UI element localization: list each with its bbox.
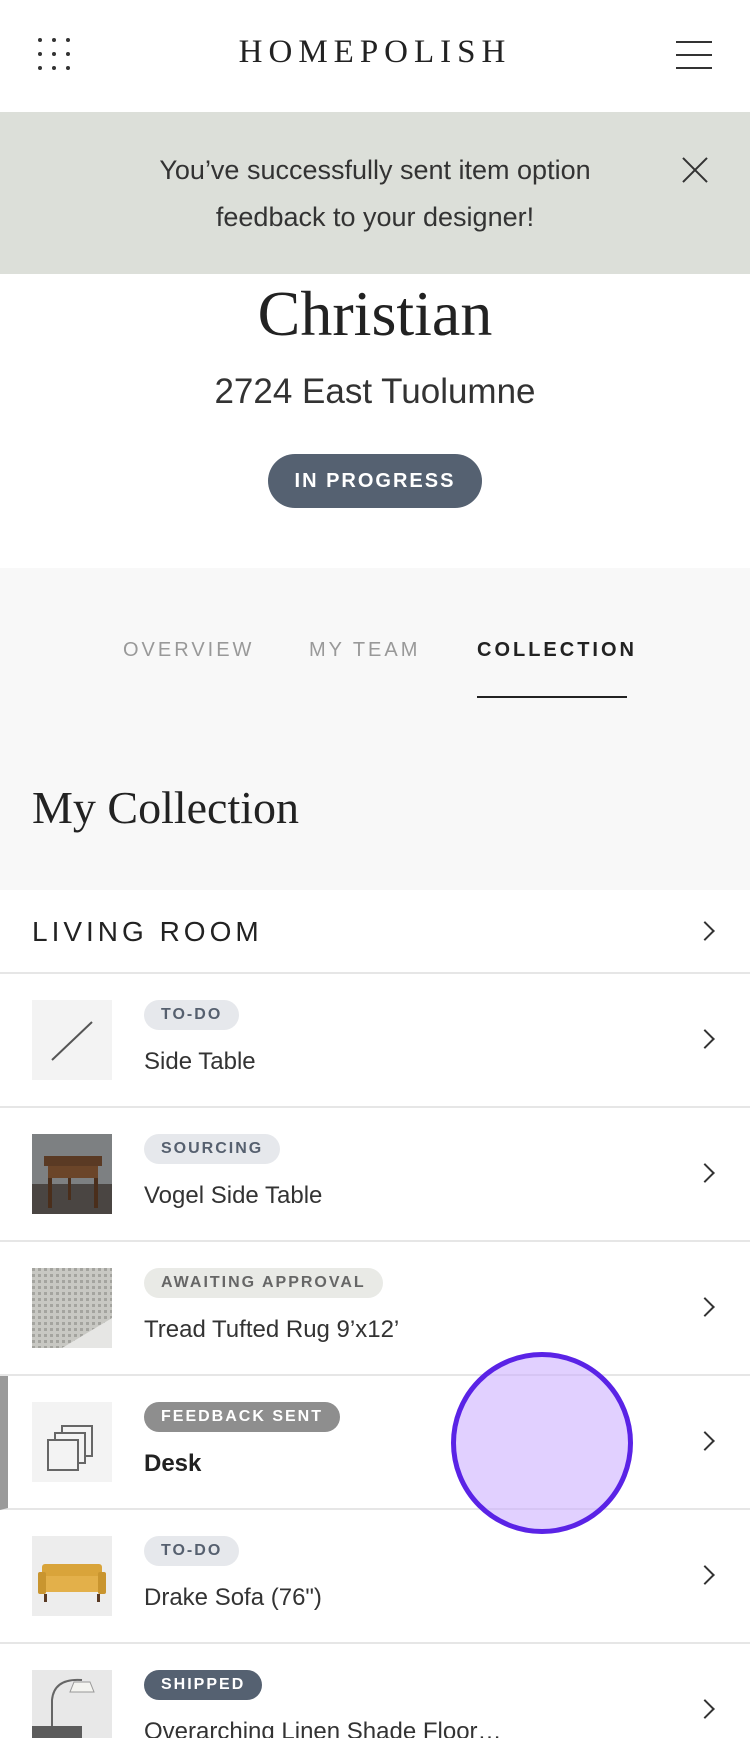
- item-options-icon: [32, 1402, 112, 1482]
- status-badge: IN PROGRESS: [268, 454, 482, 508]
- list-item[interactable]: TO-DO Drake Sofa (76"): [0, 1510, 750, 1644]
- project-address: 2724 East Tuolumne: [214, 372, 536, 411]
- item-name: Vogel Side Table: [144, 1182, 323, 1209]
- tabs-section: OVERVIEW MY TEAM COLLECTION My Collectio…: [0, 568, 750, 890]
- list-item[interactable]: TO-DO Side Table: [0, 974, 750, 1108]
- top-bar: HOMEPOLISH: [0, 0, 750, 112]
- status-badge: SOURCING: [144, 1134, 281, 1164]
- chevron-right-icon: [695, 1297, 715, 1317]
- room-header-living-room[interactable]: LIVING ROOM: [0, 890, 750, 974]
- success-banner: You’ve successfully sent item option fee…: [0, 112, 750, 274]
- banner-message: You’ve successfully sent item option fee…: [159, 155, 591, 232]
- hamburger-menu-icon[interactable]: [676, 41, 712, 69]
- side-table-thumbnail: [32, 1134, 112, 1214]
- sofa-thumbnail: [32, 1536, 112, 1616]
- room-label: LIVING ROOM: [32, 916, 263, 947]
- chevron-right-icon: [695, 1163, 715, 1183]
- close-icon[interactable]: [680, 155, 710, 185]
- list-item[interactable]: SHIPPED Overarching Linen Shade Floor…: [0, 1644, 750, 1738]
- item-name: Desk: [144, 1450, 202, 1477]
- floor-lamp-thumbnail: [32, 1670, 112, 1738]
- status-badge: TO-DO: [144, 1000, 240, 1030]
- chevron-right-icon: [695, 1431, 715, 1451]
- item-name: Side Table: [144, 1048, 256, 1075]
- tab-collection[interactable]: COLLECTION: [477, 639, 637, 662]
- brand-logo[interactable]: HOMEPOLISH: [0, 34, 750, 71]
- list-item[interactable]: SOURCING Vogel Side Table: [0, 1108, 750, 1242]
- client-name: Christian: [257, 278, 493, 349]
- item-name: Drake Sofa (76"): [144, 1584, 322, 1611]
- chevron-right-icon: [695, 921, 715, 941]
- status-badge: FEEDBACK SENT: [144, 1402, 341, 1432]
- status-badge: AWAITING APPROVAL: [144, 1268, 383, 1298]
- chevron-right-icon: [695, 1029, 715, 1049]
- list-item[interactable]: AWAITING APPROVAL Tread Tufted Rug 9’x12…: [0, 1242, 750, 1376]
- tab-my-team[interactable]: MY TEAM: [309, 639, 420, 662]
- tab-overview[interactable]: OVERVIEW: [123, 639, 254, 662]
- page-title: My Collection: [32, 782, 300, 833]
- chevron-right-icon: [695, 1699, 715, 1719]
- placeholder-thumbnail: [32, 1000, 112, 1080]
- chevron-right-icon: [695, 1565, 715, 1585]
- item-name: Overarching Linen Shade Floor…: [144, 1718, 502, 1738]
- status-badge: SHIPPED: [144, 1670, 263, 1700]
- item-name: Tread Tufted Rug 9’x12’: [144, 1316, 400, 1343]
- list-item-selected[interactable]: FEEDBACK SENT Desk: [0, 1376, 750, 1510]
- touch-indicator: [451, 1352, 633, 1534]
- rug-thumbnail: [32, 1268, 112, 1348]
- active-tab-indicator: [477, 696, 627, 698]
- status-badge: TO-DO: [144, 1536, 240, 1566]
